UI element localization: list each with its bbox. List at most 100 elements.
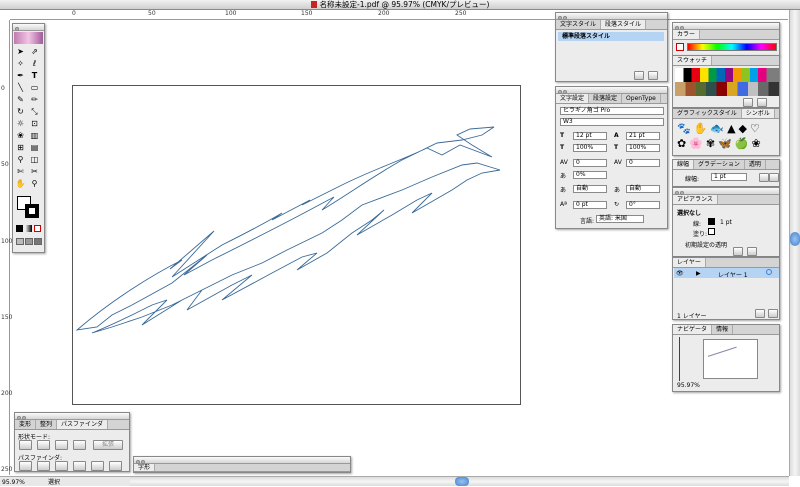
panel-header[interactable] (556, 87, 667, 94)
screen-mode-full-icon[interactable] (34, 238, 42, 245)
target-circle-icon[interactable] (766, 269, 772, 275)
stroke-swatch[interactable] (25, 204, 39, 218)
panel-header[interactable] (673, 188, 779, 195)
rotate-tool-icon[interactable]: ↻ (15, 106, 26, 117)
cap-butt-button[interactable] (759, 173, 769, 182)
delete-layer-button[interactable] (768, 309, 778, 318)
horizontal-scale-field[interactable]: 100% (626, 144, 660, 152)
symbol-grid[interactable]: 🐾✋🐟▲◆♡ (677, 122, 763, 136)
swatch-grid-row2[interactable] (675, 82, 779, 96)
blend-tool-icon[interactable]: ◫ (29, 154, 40, 165)
free-transform-tool-icon[interactable]: ⊡ (29, 118, 40, 129)
font-family-select[interactable]: ヒラギノ角ゴ Pro (560, 107, 664, 115)
tracking-field[interactable]: 0 (626, 159, 660, 167)
panel-header[interactable] (673, 23, 779, 30)
add-shape-button[interactable] (19, 440, 32, 450)
font-size-field[interactable]: 12 pt (573, 132, 607, 140)
flame-path[interactable] (75, 126, 501, 334)
hand-tool-icon[interactable]: ✋ (15, 178, 26, 189)
visibility-eye-icon[interactable]: 👁 (676, 270, 684, 277)
color-spectrum-bar[interactable] (687, 43, 777, 51)
tab-gradient[interactable]: グラデーション (694, 160, 745, 169)
trim-button[interactable] (37, 461, 50, 471)
crop-button[interactable] (73, 461, 86, 471)
merge-button[interactable] (55, 461, 68, 471)
layer-row[interactable]: 👁 ▶ レイヤー 1 (674, 268, 779, 279)
scissors-tool-icon[interactable]: ✂ (29, 166, 40, 177)
color-mode-icon[interactable] (16, 225, 23, 232)
vertical-ruler[interactable]: 0 50 100 150 200 250 (0, 20, 12, 475)
delete-style-button[interactable] (648, 71, 658, 80)
panel-header[interactable] (556, 13, 667, 20)
stroke-color-chip[interactable] (708, 218, 715, 225)
panel-header[interactable] (13, 24, 44, 31)
rotation-field[interactable]: 0° (626, 201, 660, 209)
none-color-icon[interactable] (676, 43, 684, 51)
selection-tool-icon[interactable]: ➤ (15, 46, 26, 57)
delete-swatch-button[interactable] (757, 98, 767, 107)
new-layer-button[interactable] (755, 309, 765, 318)
gradient-tool-icon[interactable]: ▤ (29, 142, 40, 153)
pen-tool-icon[interactable]: ✒ (15, 70, 26, 81)
font-style-select[interactable]: W3 (560, 118, 664, 126)
adobe-flower-logo[interactable] (14, 32, 43, 44)
tab-swatches[interactable]: スウォッチ (673, 56, 713, 65)
gradient-mode-icon[interactable] (25, 225, 32, 232)
tab-opentype[interactable]: OpenType (622, 94, 661, 103)
tab-navigator[interactable]: ナビゲータ (673, 325, 713, 334)
warp-tool-icon[interactable]: ☼ (15, 118, 26, 129)
zoom-tool-icon[interactable]: ⚲ (29, 178, 40, 189)
intersect-shape-button[interactable] (55, 440, 68, 450)
tab-graphic-styles[interactable]: グラフィックスタイル (673, 109, 742, 118)
navigator-view-box[interactable] (679, 337, 680, 381)
expand-button[interactable]: 拡張 (93, 440, 123, 450)
tab-layers[interactable]: レイヤー (673, 258, 706, 267)
aki-right-select[interactable]: 自動 (626, 185, 660, 193)
graph-tool-icon[interactable]: ▥ (29, 130, 40, 141)
vertical-scale-field[interactable]: 100% (573, 144, 607, 152)
tab-info[interactable]: 情報 (712, 325, 734, 334)
minus-back-button[interactable] (109, 461, 122, 471)
scale-tool-icon[interactable]: ⤡ (29, 106, 40, 117)
language-select[interactable]: 英語: 米国 (596, 215, 644, 223)
horizontal-ruler[interactable]: 0 50 100 150 200 250 (10, 10, 788, 20)
screen-mode-standard-icon[interactable] (16, 238, 24, 245)
baseline-shift-field[interactable]: 0 pt (573, 201, 607, 209)
line-tool-icon[interactable]: ╲ (15, 82, 26, 93)
tab-transparency[interactable]: 透明 (745, 160, 766, 169)
slice-tool-icon[interactable]: ✄ (15, 166, 26, 177)
paintbrush-tool-icon[interactable]: ✎ (15, 94, 26, 105)
new-style-button[interactable] (634, 71, 644, 80)
horizontal-scroll-thumb[interactable] (455, 477, 469, 486)
tab-pathfinder[interactable]: パスファインダ (57, 420, 109, 429)
direct-selection-tool-icon[interactable]: ⇗ (29, 46, 40, 57)
leading-field[interactable]: 21 pt (626, 132, 660, 140)
vertical-scroll-thumb[interactable] (790, 232, 800, 246)
panel-header[interactable] (134, 457, 350, 464)
tab-symbols[interactable]: シンボル (741, 109, 775, 118)
pencil-tool-icon[interactable]: ✏ (29, 94, 40, 105)
tsume-field[interactable]: 0% (573, 171, 607, 179)
fill-color-chip[interactable] (708, 228, 715, 235)
expand-triangle-icon[interactable]: ▶ (696, 270, 701, 277)
artwork-canvas[interactable] (72, 85, 521, 405)
type-tool-icon[interactable]: T (29, 70, 40, 81)
cap-round-button[interactable] (769, 173, 779, 182)
eyedropper-tool-icon[interactable]: ⚲ (15, 154, 26, 165)
outline-button[interactable] (91, 461, 104, 471)
duplicate-item-button[interactable] (733, 247, 743, 256)
panel-header[interactable] (15, 413, 129, 420)
screen-mode-full-menu-icon[interactable] (25, 238, 33, 245)
stroke-weight-field[interactable]: 1 pt (711, 173, 747, 181)
list-item[interactable]: 標準段落スタイル (558, 32, 664, 41)
exclude-shape-button[interactable] (73, 440, 86, 450)
lasso-tool-icon[interactable]: ℓ (29, 58, 40, 69)
rectangle-tool-icon[interactable]: ▭ (29, 82, 40, 93)
tab-paragraph[interactable]: 段落設定 (589, 94, 623, 103)
aki-left-select[interactable]: 自動 (573, 185, 607, 193)
magic-wand-tool-icon[interactable]: ✧ (15, 58, 26, 69)
kerning-field[interactable]: 0 (573, 159, 607, 167)
tab-align[interactable]: 整列 (36, 420, 58, 429)
tab-paragraph-style[interactable]: 段落スタイル (601, 20, 647, 29)
none-mode-icon[interactable] (34, 225, 41, 232)
